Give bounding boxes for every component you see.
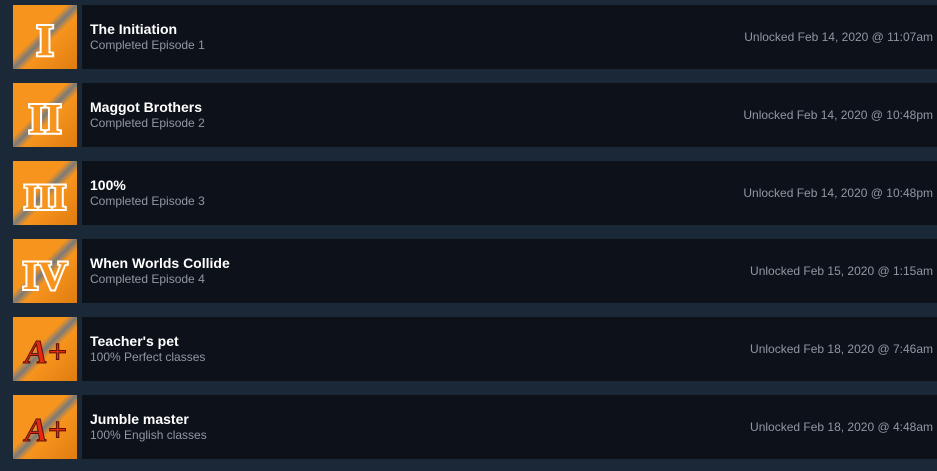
unlock-date: Unlocked Feb 18, 2020 @ 7:46am <box>750 342 933 356</box>
achievement-description: Completed Episode 2 <box>90 116 205 130</box>
achievement-description: Completed Episode 3 <box>90 194 205 208</box>
achievement-row: II Maggot Brothers Completed Episode 2 U… <box>0 83 937 147</box>
svg-text:I: I <box>36 16 53 65</box>
achievement-body: Teacher's pet 100% Perfect classes Unloc… <box>82 317 937 381</box>
unlock-date: Unlocked Feb 14, 2020 @ 10:48pm <box>743 186 933 200</box>
achievement-row: A+ Jumble master 100% English classes Un… <box>0 395 937 459</box>
svg-text:IV: IV <box>23 253 68 298</box>
svg-text:A+: A+ <box>23 412 67 449</box>
achievement-row: IV When Worlds Collide Completed Episode… <box>0 239 937 303</box>
numeral-iii-icon: III <box>13 161 77 225</box>
achievement-row: III 100% Completed Episode 3 Unlocked Fe… <box>0 161 937 225</box>
achievement-row: A+ Teacher's pet 100% Perfect classes Un… <box>0 317 937 381</box>
achievement-title: The Initiation <box>90 21 178 37</box>
achievement-title: Maggot Brothers <box>90 99 202 115</box>
svg-text:III: III <box>24 177 66 217</box>
achievement-description: 100% Perfect classes <box>90 350 206 364</box>
achievement-body: Jumble master 100% English classes Unloc… <box>82 395 937 459</box>
achievement-list: I The Initiation Completed Episode 1 Unl… <box>0 0 937 471</box>
a-plus-grade-icon: A+ <box>13 395 77 459</box>
achievement-title: Teacher's pet <box>90 333 179 349</box>
unlock-date: Unlocked Feb 18, 2020 @ 4:48am <box>750 420 933 434</box>
achievement-title: Jumble master <box>90 411 189 427</box>
a-plus-grade-icon: A+ <box>13 317 77 381</box>
achievement-title: 100% <box>90 177 126 193</box>
achievement-description: 100% English classes <box>90 428 207 442</box>
numeral-iv-icon: IV <box>13 239 77 303</box>
achievement-body: The Initiation Completed Episode 1 Unloc… <box>82 5 937 69</box>
unlock-date: Unlocked Feb 14, 2020 @ 11:07am <box>744 30 933 44</box>
unlock-date: Unlocked Feb 15, 2020 @ 1:15am <box>750 264 933 278</box>
achievement-title: When Worlds Collide <box>90 255 230 271</box>
svg-text:II: II <box>29 97 62 143</box>
achievement-row: I The Initiation Completed Episode 1 Unl… <box>0 5 937 69</box>
numeral-i-icon: I <box>13 5 77 69</box>
numeral-ii-icon: II <box>13 83 77 147</box>
achievement-body: Maggot Brothers Completed Episode 2 Unlo… <box>82 83 937 147</box>
achievement-body: 100% Completed Episode 3 Unlocked Feb 14… <box>82 161 937 225</box>
achievement-description: Completed Episode 4 <box>90 272 205 286</box>
unlock-date: Unlocked Feb 14, 2020 @ 10:48pm <box>743 108 933 122</box>
achievement-description: Completed Episode 1 <box>90 38 205 52</box>
svg-text:A+: A+ <box>23 334 67 371</box>
achievement-body: When Worlds Collide Completed Episode 4 … <box>82 239 937 303</box>
